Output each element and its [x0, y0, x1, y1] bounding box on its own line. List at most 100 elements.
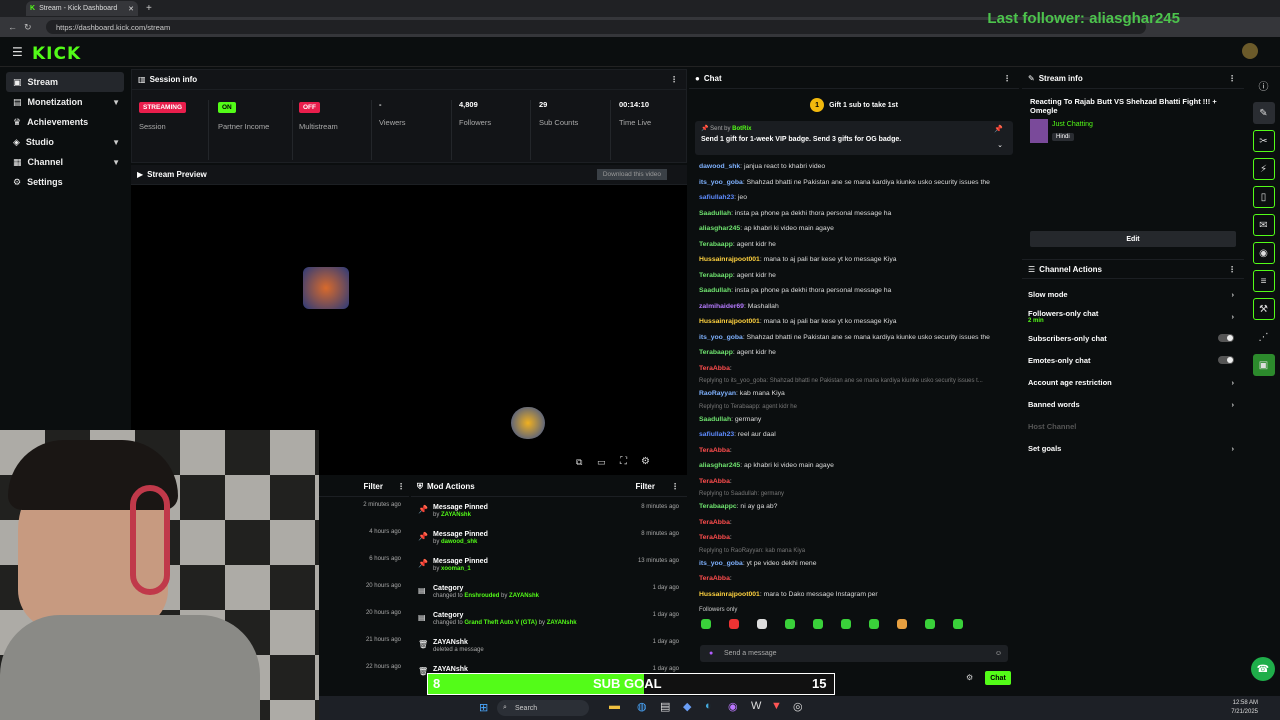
- wrench-icon[interactable]: ⚒: [1252, 298, 1275, 320]
- pip-icon[interactable]: ⧉: [576, 457, 582, 468]
- filter-button[interactable]: Filter: [635, 482, 655, 491]
- chat-username[interactable]: Saadullah: [699, 287, 731, 294]
- emote-icon[interactable]: [785, 619, 795, 629]
- chat-username[interactable]: aliasghar245: [699, 462, 740, 469]
- chevron-down-icon[interactable]: ⌄: [997, 141, 1003, 149]
- more-options-icon[interactable]: ⋮: [670, 75, 678, 84]
- browser-icon[interactable]: ◐: [705, 700, 712, 712]
- chat-username[interactable]: Terabaapp: [699, 241, 733, 248]
- pencil-icon[interactable]: ✎: [1252, 102, 1275, 124]
- lightning-icon[interactable]: ⚡: [1252, 158, 1275, 180]
- chat-username[interactable]: TeraAbba: [699, 365, 730, 372]
- theater-icon[interactable]: ▭: [597, 457, 606, 468]
- channel-action-item[interactable]: Banned words ›: [1022, 393, 1244, 415]
- chat-username[interactable]: Terabaappc: [699, 503, 737, 510]
- avatar[interactable]: [1242, 43, 1258, 59]
- chat-username[interactable]: zalmihaider69: [699, 303, 744, 310]
- brave-icon[interactable]: ▼: [771, 700, 782, 712]
- sidebar-item-studio[interactable]: ◈ Studio ▼: [0, 132, 130, 152]
- emote-icon[interactable]: [869, 619, 879, 629]
- share-icon[interactable]: ⋰: [1253, 326, 1275, 348]
- channel-action-item[interactable]: Account age restriction ›: [1022, 371, 1244, 393]
- chat-username[interactable]: its_yoo_goba: [699, 560, 743, 567]
- mod-action-user[interactable]: dawood_shk: [441, 539, 477, 545]
- obs-icon[interactable]: ◎: [793, 700, 803, 713]
- file-explorer-icon[interactable]: ▬: [609, 700, 620, 712]
- gear-icon[interactable]: ⚙: [641, 456, 650, 467]
- back-icon[interactable]: ←: [8, 22, 17, 32]
- chat-username[interactable]: TeraAbba: [699, 519, 730, 526]
- mod-action-user[interactable]: xooman_1: [441, 566, 471, 572]
- emote-icon[interactable]: [953, 619, 963, 629]
- mod-action-user[interactable]: ZAYANshk: [509, 593, 539, 599]
- category-link[interactable]: Just Chatting: [1052, 121, 1093, 128]
- sidebar-item-stream[interactable]: ▣ Stream: [6, 72, 124, 92]
- emote-icon[interactable]: [701, 619, 711, 629]
- new-tab-icon[interactable]: +: [146, 3, 152, 14]
- edge-icon[interactable]: ◍: [637, 700, 647, 713]
- info-icon[interactable]: ⓘ: [1253, 74, 1275, 96]
- chat-username[interactable]: safiullah23: [699, 431, 734, 438]
- chat-username[interactable]: Terabaapp: [699, 349, 733, 356]
- download-video-button[interactable]: Download this video: [596, 169, 667, 180]
- chat-username[interactable]: safiullah23: [699, 194, 734, 201]
- chat-username[interactable]: Terabaapp: [699, 272, 733, 279]
- chat-username[interactable]: Hussainrajpoot001: [699, 256, 760, 263]
- chat-username[interactable]: Saadullah: [699, 416, 731, 423]
- reload-icon[interactable]: ↻: [24, 22, 32, 33]
- chat-username[interactable]: RaoRayyan: [699, 390, 736, 397]
- emote-icon[interactable]: [841, 619, 851, 629]
- channel-action-item[interactable]: Emotes-only chat: [1022, 349, 1244, 371]
- close-icon[interactable]: ✕: [128, 5, 134, 13]
- browser-tab[interactable]: K Stream - Kick Dashboard ✕: [26, 1, 138, 16]
- pin-icon[interactable]: 📌: [994, 125, 1003, 133]
- sidebar-item-achievements[interactable]: ♛ Achievements: [0, 112, 130, 132]
- more-options-icon[interactable]: ⋮: [671, 482, 679, 491]
- more-options-icon[interactable]: ⋮: [397, 482, 405, 491]
- hamburger-menu-icon[interactable]: ☰: [12, 45, 23, 59]
- gear-icon[interactable]: ⚙: [966, 673, 973, 682]
- app-icon[interactable]: ◆: [683, 700, 691, 713]
- message-icon[interactable]: ✉: [1252, 214, 1275, 236]
- mod-action-user[interactable]: Enshrouded: [464, 593, 499, 599]
- app-icon[interactable]: ◉: [728, 700, 738, 713]
- mod-action-user[interactable]: ZAYANshk: [441, 512, 471, 518]
- channel-action-item[interactable]: Followers-only chat 2 min ›: [1022, 305, 1244, 327]
- emote-icon[interactable]: [757, 619, 767, 629]
- chat-username[interactable]: TeraAbba: [699, 575, 730, 582]
- chat-username[interactable]: its_yoo_goba: [699, 334, 743, 341]
- channel-action-item[interactable]: Subscribers-only chat: [1022, 327, 1244, 349]
- sidebar-item-settings[interactable]: ⚙ Settings: [0, 172, 130, 192]
- chat-username[interactable]: Hussainrajpoot001: [699, 318, 760, 325]
- help-chat-icon[interactable]: ☎: [1251, 657, 1275, 681]
- more-options-icon[interactable]: ⋮: [1003, 74, 1011, 83]
- emote-icon[interactable]: [813, 619, 823, 629]
- emote-icon[interactable]: [729, 619, 739, 629]
- chat-username[interactable]: its_yoo_goba: [699, 179, 743, 186]
- fullscreen-icon[interactable]: ⛶: [620, 456, 627, 467]
- chat-username[interactable]: TeraAbba: [699, 447, 730, 454]
- pinned-message[interactable]: 📌 Sent by BotRix Send 1 gift for 1-week …: [695, 121, 1013, 155]
- chat-username[interactable]: TeraAbba: [699, 478, 730, 485]
- kick-logo[interactable]: KICK: [32, 44, 81, 64]
- gift-banner[interactable]: 1 Gift 1 sub to take 1st: [689, 89, 1019, 121]
- emote-icon[interactable]: [925, 619, 935, 629]
- app-icon[interactable]: ▣: [1252, 354, 1275, 376]
- taskbar-search[interactable]: ⌕ Search: [497, 700, 589, 716]
- windows-start-icon[interactable]: ⊞: [479, 701, 488, 714]
- sidebar-item-monetization[interactable]: ▤ Monetization ▼: [0, 92, 130, 112]
- mic-icon[interactable]: ●: [709, 650, 713, 657]
- document-icon[interactable]: ▯: [1252, 186, 1275, 208]
- url-field[interactable]: https://dashboard.kick.com/stream: [46, 20, 1146, 34]
- emote-icon[interactable]: [897, 619, 907, 629]
- mod-action-user[interactable]: Grand Theft Auto V (GTA): [464, 620, 537, 626]
- chat-username[interactable]: aliasghar245: [699, 225, 740, 232]
- send-chat-button[interactable]: Chat: [985, 671, 1011, 685]
- chat-username[interactable]: TeraAbba: [699, 534, 730, 541]
- channel-action-item[interactable]: Slow mode ›: [1022, 283, 1244, 305]
- list-icon[interactable]: ≡: [1252, 270, 1275, 292]
- chat-username[interactable]: Hussainrajpoot001: [699, 591, 760, 598]
- broadcast-icon[interactable]: ◉: [1252, 242, 1275, 264]
- mod-action-user[interactable]: ZAYANshk: [547, 620, 577, 626]
- toggle-switch[interactable]: [1218, 334, 1234, 342]
